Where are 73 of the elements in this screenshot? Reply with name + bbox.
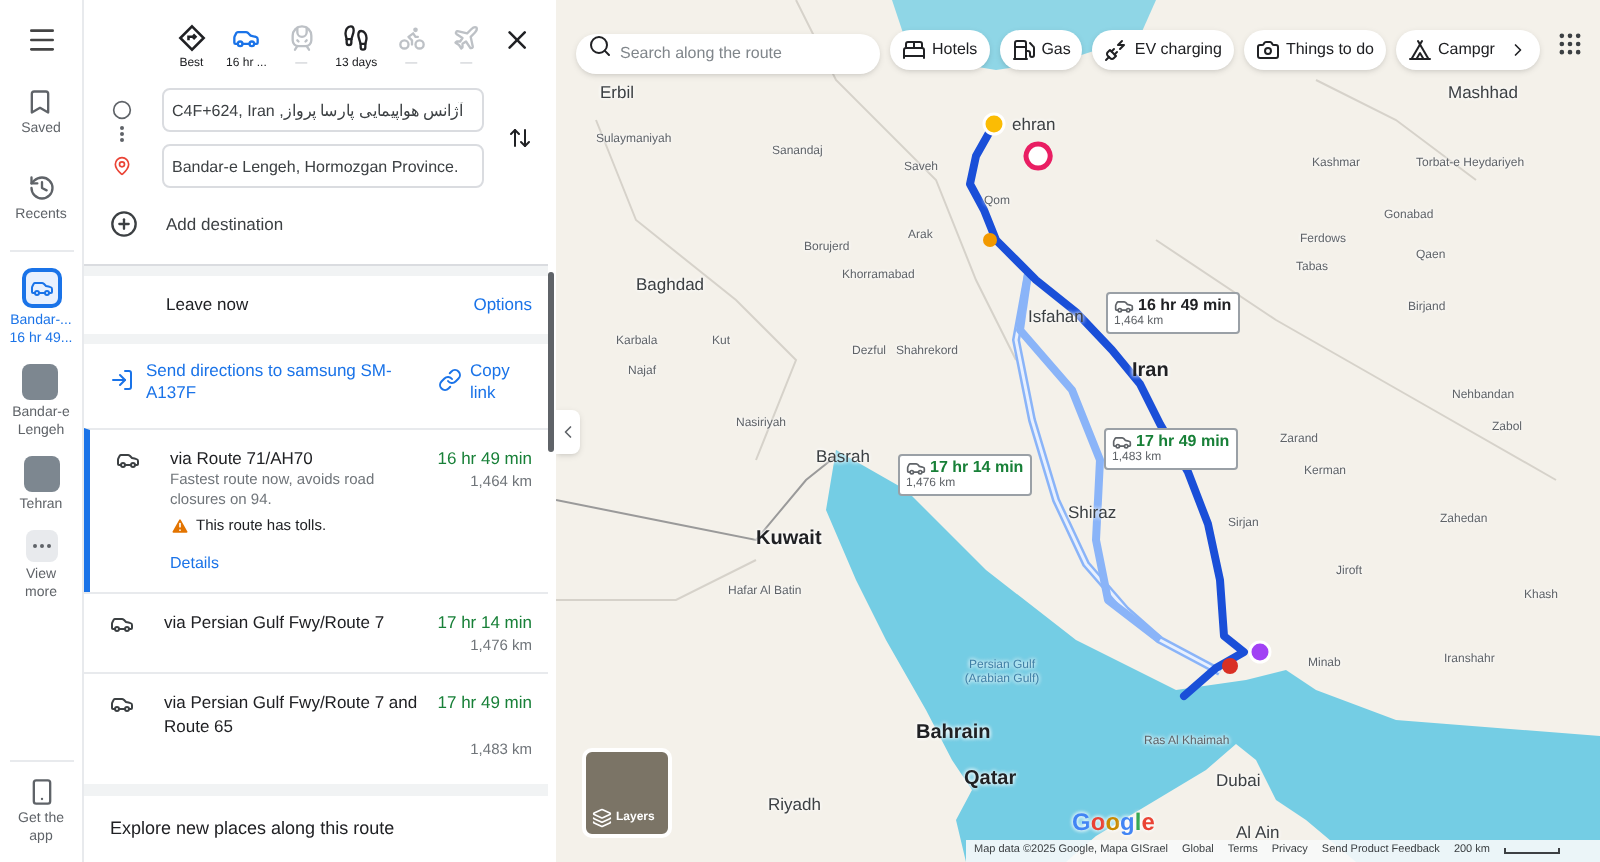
photo-placeholder	[22, 364, 59, 400]
history-icon	[27, 173, 55, 201]
plane-icon	[452, 24, 481, 52]
car-icon	[110, 692, 134, 717]
start-marker[interactable]	[982, 112, 1006, 136]
apps-grid-icon[interactable]	[1556, 30, 1584, 58]
place-label: Riyadh	[768, 792, 821, 818]
destination-pin-icon	[112, 156, 132, 176]
category-chip[interactable]: Things to do	[1243, 30, 1386, 70]
send-directions-link[interactable]: Send directions to samsung SM-A137F	[146, 360, 410, 404]
callout-duration: 16 hr 49 min	[1138, 296, 1232, 315]
route-title: via Persian Gulf Fwy/Route 7 and Route 65	[164, 690, 420, 739]
send-to-device-icon	[110, 368, 134, 392]
bed-icon	[902, 38, 926, 62]
road-closure-marker	[1222, 658, 1238, 674]
place-label: Qatar	[964, 766, 1017, 794]
layers-icon	[592, 808, 612, 828]
place-label: Dubai	[1216, 768, 1261, 794]
walking-icon	[342, 24, 371, 52]
add-icon	[110, 210, 138, 238]
route-duration: 17 hr 49 min	[437, 690, 532, 715]
copy-link[interactable]: Copy link	[470, 360, 518, 404]
category-chip[interactable]: Campgr	[1395, 30, 1541, 70]
destination-field[interactable]: Bandar-e Lengeh, Hormozgan Province.	[162, 144, 484, 188]
warning-icon	[170, 515, 190, 536]
callout-duration: 17 hr 14 min	[930, 458, 1024, 477]
train-icon	[287, 24, 316, 52]
swap-icon[interactable]	[508, 126, 532, 150]
car-icon	[21, 268, 61, 308]
add-destination-button[interactable]: Add destination	[84, 206, 548, 242]
route-duration: 17 hr 14 min	[437, 610, 532, 635]
place-label: Al Ain	[1236, 820, 1280, 844]
category-chip[interactable]: Gas	[999, 30, 1083, 70]
route-marker	[983, 233, 997, 247]
menu-icon[interactable]	[25, 24, 57, 56]
car-icon	[906, 458, 926, 478]
route-duration: 16 hr 49 min	[437, 446, 532, 470]
route-title: via Persian Gulf Fwy/Route 7	[164, 610, 387, 635]
details-link[interactable]: Details	[170, 552, 532, 577]
place-label: Erbil	[600, 80, 635, 106]
car-icon	[1112, 432, 1132, 452]
place-label: Kuwait	[756, 526, 822, 554]
search-icon	[588, 34, 612, 58]
place-label: Iran	[1132, 358, 1169, 386]
camera-icon	[1255, 38, 1280, 62]
tent-icon	[1407, 38, 1432, 62]
photo-placeholder	[23, 456, 59, 492]
bicycle-icon	[397, 24, 426, 52]
explore-heading: Explore new places along this route	[108, 816, 397, 843]
place-label: Baghdad	[636, 272, 705, 298]
origin-circle-icon	[112, 100, 132, 120]
fuel-pump-icon	[1011, 38, 1036, 62]
route-search-field[interactable]: Search along the route	[576, 33, 880, 73]
leave-now-label[interactable]: Leave now	[166, 292, 249, 318]
car-icon	[1114, 296, 1134, 316]
category-chip[interactable]: EV charging	[1092, 30, 1234, 70]
link-icon	[438, 368, 462, 392]
route-title: via Route 71/AH70	[170, 446, 315, 470]
place-label: ehran	[1012, 112, 1056, 138]
more-icon	[25, 530, 57, 562]
options-link[interactable]: Options	[473, 292, 532, 318]
charging-icon	[1104, 38, 1129, 62]
scale-bar	[1503, 848, 1560, 854]
place-label: Mashhad	[1448, 80, 1518, 106]
collapse-panel-button[interactable]	[556, 410, 580, 454]
diamond-turn-icon	[177, 24, 206, 52]
category-chip[interactable]: Hotels	[890, 30, 990, 70]
phone-icon	[27, 778, 55, 806]
callout-duration: 17 hr 49 min	[1136, 432, 1230, 451]
bookmark-icon	[26, 88, 55, 116]
car-icon	[116, 448, 140, 472]
destination-marker[interactable]	[1248, 640, 1272, 664]
car-icon	[110, 612, 134, 637]
